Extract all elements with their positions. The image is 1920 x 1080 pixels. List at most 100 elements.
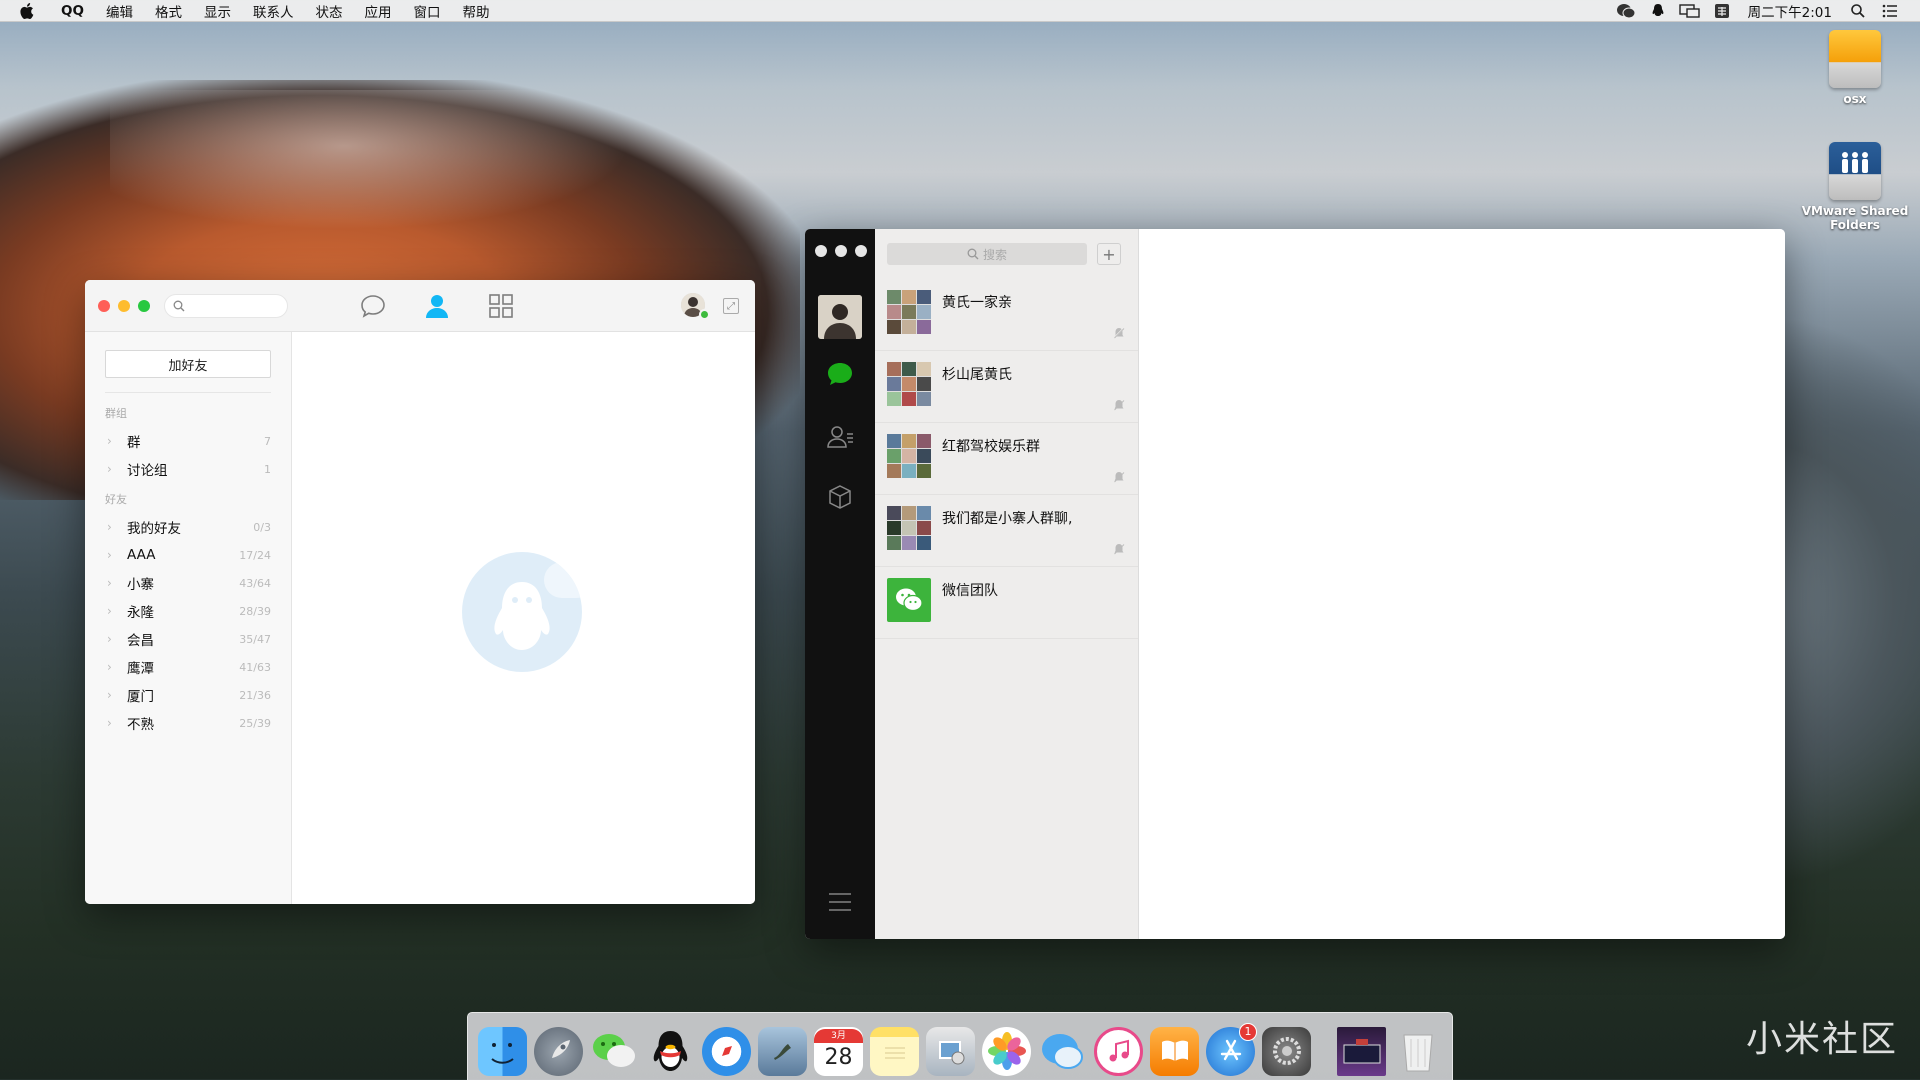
group-count: 1 [264, 462, 271, 476]
chat-name: 我们都是小寨人群聊, [942, 511, 1073, 527]
close-button[interactable] [98, 299, 110, 312]
expand-window-icon[interactable]: ⤢ [723, 298, 739, 314]
dock-preview[interactable] [758, 1026, 807, 1076]
dock-wechat[interactable] [590, 1027, 639, 1076]
group-avatar-grid [887, 434, 931, 478]
friend-group-name: 鹰潭 [127, 661, 154, 677]
chat-list-item[interactable]: 黄氏一家亲 [875, 279, 1138, 351]
tab-apps[interactable] [488, 293, 514, 319]
menu-help[interactable]: 帮助 [451, 1, 500, 21]
friend-group-item[interactable]: › 鹰潭 41/63 [85, 653, 291, 681]
desktop-icon-vmware-shared[interactable]: VMware Shared Folders [1800, 142, 1910, 232]
close-button[interactable] [815, 245, 827, 257]
dock-app-store[interactable]: 1 [1206, 1022, 1257, 1076]
dock-messages[interactable] [1038, 1027, 1087, 1076]
friend-group-item[interactable]: › 永隆 28/39 [85, 597, 291, 625]
wechat-team-avatar-icon [887, 578, 931, 622]
dock-minimized-window[interactable] [1337, 1026, 1386, 1076]
airplay-display-icon[interactable] [1678, 2, 1702, 20]
wechat-icon [593, 1033, 635, 1067]
menu-app-name[interactable]: QQ [50, 3, 95, 19]
dock-calendar[interactable]: 3月 28 [814, 1026, 863, 1076]
group-count: 7 [264, 434, 271, 448]
menu-apps[interactable]: 应用 [353, 1, 402, 21]
dock-itunes[interactable] [1094, 1026, 1143, 1076]
menu-window[interactable]: 窗口 [402, 1, 451, 21]
spotlight-search-icon[interactable] [1846, 2, 1870, 20]
group-avatar-grid [887, 362, 931, 406]
tab-contacts[interactable] [424, 293, 450, 319]
group-name: 群 [127, 435, 141, 451]
dock-ibooks[interactable] [1150, 1026, 1199, 1076]
dock-photos[interactable] [982, 1026, 1031, 1076]
menu-format[interactable]: 格式 [144, 1, 193, 21]
friend-group-item[interactable]: › 我的好友 0/3 [85, 513, 291, 541]
friend-group-item[interactable]: › 不熟 25/39 [85, 709, 291, 737]
desktop-icon-label: VMware Shared Folders [1801, 204, 1909, 232]
menubar-clock[interactable]: 周二下午2:01 [1738, 1, 1842, 21]
minimize-button[interactable] [118, 299, 130, 312]
apple-menu-icon[interactable] [18, 2, 36, 20]
input-method-icon[interactable] [1710, 2, 1734, 20]
chat-name: 杉山尾黄氏 [942, 367, 1012, 383]
chat-list-item[interactable]: 红都驾校娱乐群 [875, 423, 1138, 495]
friend-group-count: 28/39 [239, 604, 271, 618]
chat-name: 黄氏一家亲 [942, 295, 1012, 311]
dock-launchpad[interactable] [534, 1026, 583, 1076]
dock-system-preferences[interactable] [1262, 1026, 1311, 1076]
wechat-search-input[interactable]: 搜索 [887, 243, 1087, 265]
friend-group-name: 不熟 [127, 717, 154, 733]
friend-group-item[interactable]: › 小寨 43/64 [85, 569, 291, 597]
menu-edit[interactable]: 编辑 [95, 1, 144, 21]
menu-contacts[interactable]: 联系人 [242, 1, 305, 21]
friend-group-count: 21/36 [239, 688, 271, 702]
qq-window: ⤢ 加好友 群组 › 群 7 › 讨论组 1 好友 › 我的好友 0/3 › AAA 17/24… [85, 280, 755, 904]
new-chat-button[interactable]: + [1097, 243, 1121, 265]
friend-group-count: 0/3 [253, 520, 271, 534]
nav-favorites[interactable] [826, 483, 854, 511]
window-thumbnail-icon [1343, 1039, 1380, 1064]
menu-view[interactable]: 显示 [193, 1, 242, 21]
wechat-user-avatar[interactable] [818, 295, 862, 339]
notification-badge: 1 [1239, 1022, 1257, 1041]
zoom-button[interactable] [855, 245, 867, 257]
menu-status[interactable]: 状态 [304, 1, 353, 21]
chevron-right-icon: › [107, 688, 112, 702]
dock-finder[interactable] [478, 1026, 527, 1076]
notes-icon [884, 1047, 905, 1059]
hamburger-menu-icon[interactable] [829, 893, 851, 911]
nav-contacts[interactable] [826, 423, 854, 451]
chat-list-item[interactable]: 我们都是小寨人群聊, [875, 495, 1138, 567]
tab-messages[interactable] [360, 293, 386, 319]
chevron-right-icon: › [107, 576, 112, 590]
book-icon [1161, 1040, 1188, 1061]
friend-group-item[interactable]: › 会昌 35/47 [85, 625, 291, 653]
qq-search-input[interactable] [164, 293, 288, 318]
section-header-friends: 好友 [105, 493, 127, 506]
chat-list-item[interactable]: 杉山尾黄氏 [875, 351, 1138, 423]
group-item[interactable]: › 群 7 [85, 427, 291, 455]
search-icon [967, 248, 979, 260]
wechat-conversation-pane [1139, 229, 1785, 939]
friend-group-item[interactable]: › 厦门 21/36 [85, 681, 291, 709]
nav-chats[interactable] [826, 360, 854, 388]
dock-safari[interactable] [702, 1026, 751, 1076]
add-friend-button[interactable]: 加好友 [105, 350, 271, 378]
chat-list-item[interactable]: 微信团队 [875, 567, 1138, 639]
desktop-icon-osx[interactable]: osx [1800, 30, 1910, 106]
chevron-right-icon: › [107, 716, 112, 730]
qq-tray-icon[interactable] [1646, 2, 1670, 20]
dock-notes[interactable] [870, 1026, 919, 1076]
trash-icon [1402, 1034, 1433, 1072]
friend-group-item[interactable]: › AAA 17/24 [85, 541, 291, 569]
dock-photo-theater[interactable] [926, 1026, 975, 1076]
bird-photo-icon [773, 1044, 791, 1060]
zoom-button[interactable] [138, 299, 150, 312]
dock-qq[interactable] [646, 1027, 695, 1076]
minimize-button[interactable] [835, 245, 847, 257]
chevron-right-icon: › [107, 604, 112, 618]
group-item[interactable]: › 讨论组 1 [85, 455, 291, 483]
dock-trash[interactable] [1393, 1027, 1442, 1076]
wechat-tray-icon[interactable] [1614, 2, 1638, 20]
notification-center-icon[interactable] [1878, 2, 1902, 20]
